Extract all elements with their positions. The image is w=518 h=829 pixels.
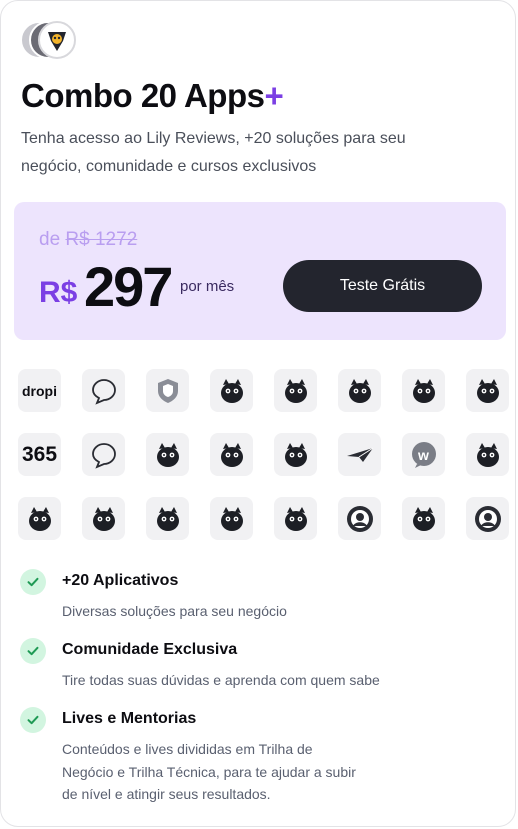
price-box: de R$ 1272 R$ 297 por mês Teste Grátis [14, 202, 506, 340]
currency-symbol: R$ [39, 276, 78, 309]
ant-app-icon [466, 369, 509, 412]
check-icon [20, 569, 46, 595]
person-app-icon [466, 497, 509, 540]
feature-title: +20 Aplicativos [62, 572, 179, 589]
old-price-value: R$ 1272 [65, 229, 138, 250]
check-icon [20, 707, 46, 733]
w-chat-app-label: w [418, 446, 429, 463]
feature-title: Lives e Mentorias [62, 710, 197, 727]
subtitle: Tenha acesso ao Lily Reviews, +20 soluçõ… [21, 130, 406, 175]
chameleon-app-glyph [409, 376, 439, 406]
w-chat-app-icon: w [402, 433, 445, 476]
shield-app-icon [146, 369, 189, 412]
feature-description: Conteúdos e lives divididas em Trilha de… [62, 741, 356, 802]
price-amount: 297 [84, 255, 173, 318]
apps-grid: dropi 365 w [18, 369, 512, 545]
cow-app-icon [274, 369, 317, 412]
title-plus: + [264, 77, 284, 114]
raccoon-app-glyph [473, 440, 503, 470]
365-app-icon: 365 [18, 433, 61, 476]
feature-description: Tire todas suas dúvidas e aprenda com qu… [62, 672, 380, 688]
panda-app-icon [146, 433, 189, 476]
umbrella-app-icon [210, 497, 253, 540]
giraffe-logo-icon [38, 21, 76, 59]
giraffe-app-icon [210, 369, 253, 412]
price-period: por mês [180, 278, 235, 295]
fish-chat-app-glyph [90, 441, 118, 469]
owl-app-icon [338, 369, 381, 412]
page-title: Combo 20 Apps+ [21, 77, 284, 115]
person-app-glyph [473, 504, 503, 534]
dropi-app-label: dropi [22, 382, 57, 399]
cat-box-app-glyph [281, 440, 311, 470]
parrot-app-glyph [281, 504, 311, 534]
free-trial-button[interactable]: Teste Grátis [283, 260, 482, 312]
blackbird-app-icon [210, 433, 253, 476]
bird-chat-app-icon [82, 369, 125, 412]
pie-app-icon [338, 497, 381, 540]
paper-plane-app-icon [338, 433, 381, 476]
feature-description: Diversas soluções para seu negócio [62, 603, 287, 619]
chameleon-app-icon [402, 369, 445, 412]
feature-title: Comunidade Exclusiva [62, 641, 238, 658]
giraffe-app-glyph [217, 376, 247, 406]
robot-dog-app-icon [18, 497, 61, 540]
owl-app-glyph [345, 376, 375, 406]
title-text: Combo 20 Apps [21, 77, 265, 114]
wolf-app-glyph [153, 504, 183, 534]
blackbird-app-glyph [217, 440, 247, 470]
old-price-prefix: de [39, 229, 61, 250]
old-price: de R$ 1272 [39, 229, 137, 251]
dropi-app-icon: dropi [18, 369, 61, 412]
cow-app-glyph [281, 376, 311, 406]
raccoon-app-icon [466, 433, 509, 476]
parrot-app-icon [274, 497, 317, 540]
wolf-app-icon [146, 497, 189, 540]
paper-plane-app-glyph [345, 444, 375, 466]
robot-dog-app-glyph [25, 504, 55, 534]
panda-app-glyph [153, 440, 183, 470]
bird-chat-app-glyph [90, 377, 118, 405]
fox-app-glyph [409, 504, 439, 534]
cat-box-app-icon [274, 433, 317, 476]
fox-app-icon [402, 497, 445, 540]
ant-app-glyph [473, 376, 503, 406]
bear-app-glyph [89, 504, 119, 534]
fish-chat-app-icon [82, 433, 125, 476]
logo-stack [20, 21, 80, 63]
pie-app-glyph [345, 504, 375, 534]
umbrella-app-glyph [217, 504, 247, 534]
pricing-card: Combo 20 Apps+ Tenha acesso ao Lily Revi… [0, 0, 516, 827]
check-icon [20, 638, 46, 664]
bear-app-icon [82, 497, 125, 540]
365-app-label: 365 [21, 442, 58, 466]
shield-app-glyph [154, 377, 182, 405]
